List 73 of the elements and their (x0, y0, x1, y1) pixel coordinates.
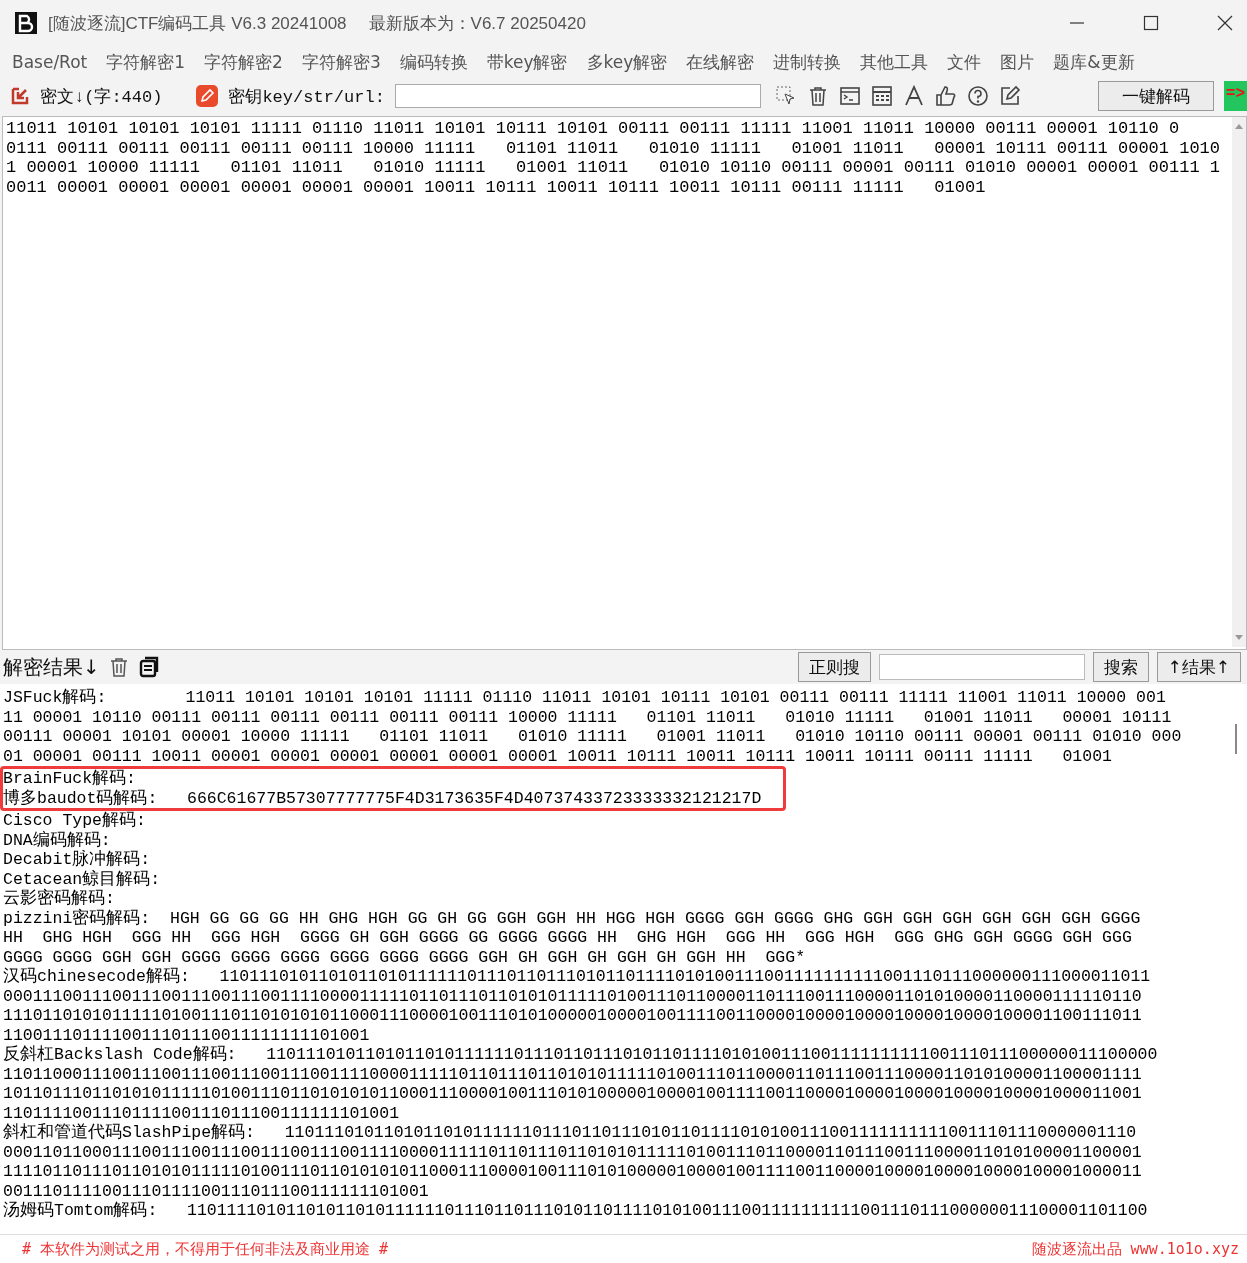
search-button[interactable]: 搜索 (1092, 652, 1149, 682)
menu-item[interactable]: 图片 (1000, 50, 1035, 74)
result-line: 0001101100011100111001110011100111001111000011111011011101101010111110100111011000011011100111000011010100001100001 (3, 1142, 1142, 1162)
result-line: 汤姆码Tomtom解码: 1101111010110101101011111101110110111010110111101010011100111111111100111011100000011100001101100 (3, 1201, 1148, 1221)
ciphertext-line: 11011 10101 10101 10101 11111 01110 11011 10101 10111 10101 00111 00111 11111 11001 11011 10000 00111 00001 10110 0 (6, 119, 1180, 139)
thumbs-up-icon[interactable] (934, 85, 957, 107)
result-line: 0001110011100111001110011100111100001111101101110110101011111010011101100001101110011100001101010000110000111110110 (3, 986, 1142, 1006)
maximize-icon[interactable] (1143, 15, 1159, 31)
menu-item[interactable]: 多key解密 (586, 50, 668, 74)
result-line: 反斜杠Backslash Code解码: 110111010110101101011111101110110111010110111101010011100111111111100111011100000011100000 (3, 1045, 1158, 1065)
app-logo-icon (14, 11, 38, 35)
result-line: 1101111001110111100111011100111111101001 (3, 1103, 400, 1123)
result-line: 云影密码解码: (3, 889, 115, 908)
result-line: BrainFuck解码: (3, 769, 137, 789)
menu-item[interactable]: 其他工具 (860, 50, 929, 74)
result-line: 1110110101011111010011101101010101100011100001001110101000001000010011110011000010000100001000010000100001100111011 (3, 1006, 1142, 1026)
menu-item[interactable]: 进制转换 (773, 50, 842, 74)
menu-item[interactable]: Base/Rot (12, 52, 88, 72)
ciphertext-area[interactable] (2, 116, 1247, 650)
window-title: [随波逐流]CTF编码工具 V6.3 20241008 (48, 12, 347, 35)
close-icon[interactable] (1217, 15, 1233, 31)
result-line: Cetacean鲸目解码: (3, 869, 161, 889)
result-line: 00111 00001 10101 00001 10000 11111 01101 11011 01010 11111 01001 11011 01010 10110 00111 00001 00111 01010 000 (3, 727, 1182, 747)
result-line: 0011101111001110111100111011100111111101001 (3, 1181, 429, 1201)
result-line: 1011011101101010111110100111011010101011000111000010011101010000010000100111100110000100001000010000100001000011001 (3, 1084, 1142, 1104)
result-line: 1111011011101101010111110100111011010101011000111000010011101010000010000100111100110000100001000010000100001000011 (3, 1162, 1142, 1182)
ciphertext-line: 1 00001 10000 11111 01101 11011 01010 11111 01001 11011 01010 10110 00111 00001 00111 01010 00001 00001 00111 1 (6, 158, 1220, 178)
results-up-button[interactable]: ↑结果↑ (1156, 652, 1241, 682)
credit-text: 随波逐流出品 www.1o1o.xyz (1031, 1239, 1239, 1259)
result-line: pizzini密码解码: HGH GG GG GG HH GHG HGH GG GH GG GGH GGH HH HGG HGH GGGG GGH GGGG GHG GGH GGH GGH GGH GGH GGH GGGG (3, 908, 1141, 928)
result-line: Decabit脉冲解码: (3, 850, 151, 870)
menu-item[interactable]: 编码转换 (399, 50, 468, 74)
menu-item[interactable]: 字符解密1 (106, 50, 186, 74)
menu-item[interactable]: 带key解密 (486, 50, 568, 74)
key-input-field[interactable] (394, 84, 761, 108)
result-line: Cisco Type解码: (3, 811, 146, 831)
result-label: 解密结果↓ (3, 653, 100, 681)
latest-version-text: 最新版本为：V6.7 20250420 (368, 12, 586, 35)
scrollbar-icon[interactable] (1232, 117, 1246, 647)
ciphertext-line: 0111 00111 00111 00111 00111 00111 10000 11111 01101 11011 01010 11111 01001 11011 00001 10111 00111 00001 1010 (6, 138, 1220, 158)
result-line: HH GHG HGH GGG HH GGG HGH GGGG GH GGH GGGG GG GGGG GGGG HH GHG HGH GGG HH GGG HGH GGG GHG GGH GGGG GGH GGG (3, 928, 1132, 948)
result-line: 11 00001 10110 00111 00111 00111 00111 00111 00111 10000 11111 01101 11011 01010 11111 01001 11011 00001 10111 (3, 707, 1172, 727)
copy-icon[interactable] (137, 656, 160, 678)
result-line: 01 00001 00111 10011 00001 00001 00001 00001 00001 00001 10011 10111 10011 10111 10011 10111 00111 11111 01001 (3, 746, 1112, 766)
import-icon[interactable] (10, 86, 30, 106)
font-icon[interactable] (902, 85, 925, 107)
menu-item[interactable]: 文件 (947, 50, 982, 74)
menu-item[interactable]: 字符解密2 (204, 50, 283, 74)
result-line: 1100111011110011101110011111111101001 (3, 1025, 370, 1045)
help-icon[interactable] (966, 85, 989, 107)
ciphertext-line: 0011 00001 00001 00001 00001 00001 00001 10011 10111 10011 10111 10011 10111 00111 11111 01001 (6, 177, 986, 197)
menu-item[interactable]: 题库&更新 (1053, 50, 1135, 74)
search-field[interactable] (878, 654, 1085, 680)
one-click-decode-button[interactable]: 一键解码 (1097, 81, 1214, 111)
result-line: 汉码chinesecode解码: 1101110101101011010111111011101101110101101111010100111001111111111001110111000000111000011011 (3, 967, 1151, 987)
key-label: 密钥key/str/url: (228, 86, 385, 108)
calculator-icon[interactable] (870, 85, 893, 107)
result-line: GGGG GGGG GGH GGH GGGG GGGG GGGG GGGG GGGG GGGG GGH GH GGH GH GGH GH GGH HH GGG* (3, 947, 806, 967)
result-line: 博多baudot码解码: 666C61677B57307777775F4D3173635F4D40737433723333332121217D (3, 788, 762, 808)
result-line: 斜杠和管道代码SlashPipe解码: 11011101011010110101111110111011011101011011110101001110011111111110011101110000001110 (3, 1123, 1137, 1143)
disclaimer-text: # 本软件为测试之用，不得用于任何非法及商业用途 # (22, 1239, 389, 1259)
terminal-icon[interactable] (838, 85, 861, 107)
result-line: JSFuck解码: 11011 10101 10101 10101 11111 01110 11011 10101 10111 10101 00111 00111 11111 11001 11011 10000 001 (3, 688, 1166, 708)
menu-item[interactable]: 字符解密3 (301, 50, 381, 74)
edit-icon[interactable] (998, 85, 1021, 107)
pencil-icon[interactable] (196, 85, 219, 107)
result-line: 1101100011100111001110011100111001111000011111011011101101010111110100111011000011011100111000011010100001100001111 (3, 1064, 1142, 1084)
menu-item[interactable]: 在线解密 (686, 50, 755, 74)
result-line: DNA编码解码: (3, 830, 111, 850)
regex-search-button[interactable]: 正则搜 (797, 652, 871, 682)
cursor-select-icon[interactable] (774, 85, 797, 107)
result-area[interactable] (0, 684, 1247, 1234)
ciphertext-label: 密文↓(字:440) (40, 86, 163, 108)
